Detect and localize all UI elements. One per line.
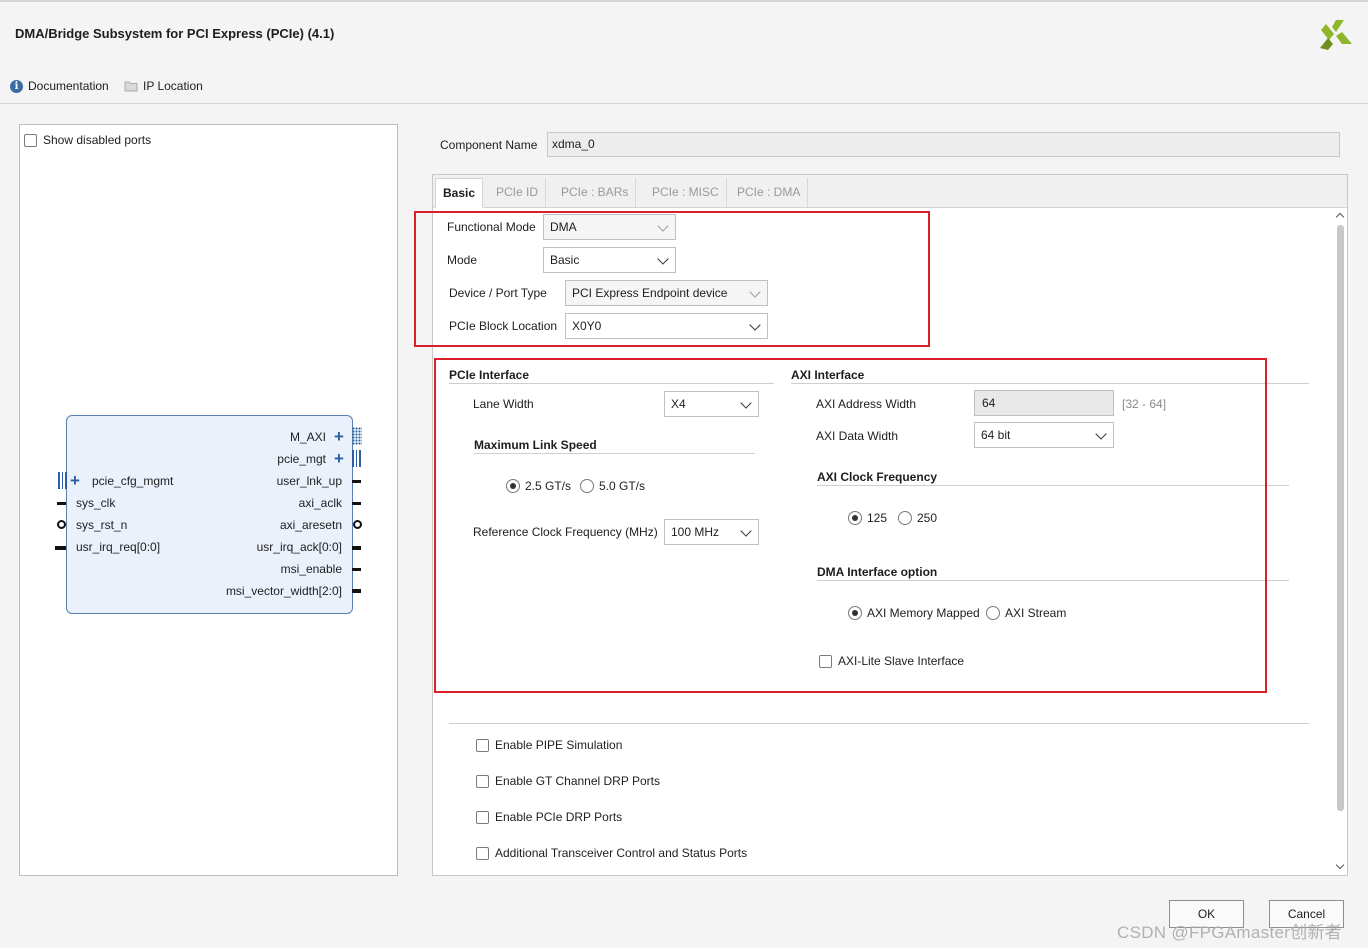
port-pcie-cfg-mgmt: pcie_cfg_mgmt xyxy=(92,474,174,488)
port-axi-aresetn: axi_aresetn xyxy=(279,518,342,532)
tab-pcie-bars[interactable]: PCIe : BARs xyxy=(554,178,637,207)
transceiver-ports-label: Additional Transceiver Control and Statu… xyxy=(495,846,748,860)
highlight-box-basic-settings xyxy=(414,211,930,347)
port-pcie-mgt: pcie_mgt xyxy=(277,452,326,466)
inverted-pin-axi-aresetn xyxy=(353,520,362,529)
checkbox-box[interactable] xyxy=(476,846,489,860)
port-msi-enable: msi_enable xyxy=(280,562,342,576)
vertical-scrollbar[interactable] xyxy=(1335,211,1346,873)
section-divider xyxy=(449,723,1309,724)
tab-pcie-id[interactable]: PCIe ID xyxy=(489,178,547,207)
tab-basic[interactable]: Basic xyxy=(435,178,484,208)
scroll-down-icon[interactable] xyxy=(1335,860,1345,870)
inverted-pin-sys-rst-n xyxy=(57,520,66,529)
bus-pin-pcie-mgt xyxy=(352,450,361,467)
component-name-field[interactable]: xdma_0 xyxy=(547,132,1340,157)
expand-plus-icon[interactable]: + xyxy=(70,472,80,489)
show-disabled-ports-label: Show disabled ports xyxy=(43,133,152,147)
watermark: CSDN @FPGAmaster创新者 xyxy=(1117,923,1343,942)
pin-usr-irq-ack xyxy=(352,546,361,550)
tab-pcie-misc[interactable]: PCIe : MISC xyxy=(645,178,727,207)
expand-plus-icon[interactable]: + xyxy=(334,450,344,467)
dialog-title: DMA/Bridge Subsystem for PCI Express (PC… xyxy=(15,26,335,41)
pin-sys-clk xyxy=(57,502,66,505)
expand-plus-icon[interactable]: + xyxy=(334,428,344,445)
show-disabled-ports-checkbox[interactable]: Show disabled ports xyxy=(24,133,151,147)
port-usr-irq-ack: usr_irq_ack[0:0] xyxy=(256,540,342,554)
enable-pcie-drp-checkbox[interactable]: Enable PCIe DRP Ports xyxy=(476,810,622,824)
checkbox-box[interactable] xyxy=(476,810,489,824)
transceiver-ports-checkbox[interactable]: Additional Transceiver Control and Statu… xyxy=(476,846,747,860)
bus-pin-pcie-cfg-mgmt xyxy=(58,472,67,489)
pin-msi-enable xyxy=(352,568,361,571)
port-sys-rst-n: sys_rst_n xyxy=(76,518,128,532)
pin-usr-irq-req xyxy=(55,546,66,550)
checkbox-box[interactable] xyxy=(24,133,37,147)
enable-gt-drp-checkbox[interactable]: Enable GT Channel DRP Ports xyxy=(476,774,660,788)
port-m-axi: M_AXI xyxy=(289,430,326,444)
vendor-logo xyxy=(1320,20,1352,50)
ip-location-link[interactable]: IP Location xyxy=(124,78,203,94)
enable-pipe-simulation-label: Enable PIPE Simulation xyxy=(495,738,623,752)
enable-gt-drp-label: Enable GT Channel DRP Ports xyxy=(495,774,660,788)
checkbox-box[interactable] xyxy=(476,738,489,752)
checkbox-box[interactable] xyxy=(476,774,489,788)
tab-strip: Basic PCIe ID PCIe : BARs PCIe : MISC PC… xyxy=(433,175,1347,208)
enable-pipe-simulation-checkbox[interactable]: Enable PIPE Simulation xyxy=(476,738,622,752)
info-icon: i xyxy=(10,79,23,93)
ip-block-symbol[interactable]: pcie_cfg_mgmt sys_clk sys_rst_n usr_irq_… xyxy=(66,415,353,614)
pin-user-lnk-up xyxy=(352,480,361,483)
highlight-box-interfaces xyxy=(434,358,1267,693)
bus-pin-m-axi xyxy=(352,427,362,445)
ip-location-label: IP Location xyxy=(143,79,203,93)
documentation-label: Documentation xyxy=(28,79,109,93)
enable-pcie-drp-label: Enable PCIe DRP Ports xyxy=(495,810,623,824)
scrollbar-thumb[interactable] xyxy=(1337,225,1344,811)
component-name-label: Component Name xyxy=(440,138,538,152)
documentation-link[interactable]: i Documentation xyxy=(10,78,109,94)
folder-icon xyxy=(124,81,138,92)
pin-axi-aclk xyxy=(352,502,361,505)
toolbar-divider xyxy=(0,103,1368,104)
port-sys-clk: sys_clk xyxy=(76,496,116,510)
port-msi-vector-width: msi_vector_width[2:0] xyxy=(225,584,342,598)
pin-msi-vector-width xyxy=(352,589,361,593)
tab-pcie-dma[interactable]: PCIe : DMA xyxy=(730,178,809,207)
port-user-lnk-up: user_lnk_up xyxy=(276,474,342,488)
scroll-up-icon[interactable] xyxy=(1335,212,1345,222)
port-axi-aclk: axi_aclk xyxy=(298,496,342,510)
port-usr-irq-req: usr_irq_req[0:0] xyxy=(76,540,161,554)
